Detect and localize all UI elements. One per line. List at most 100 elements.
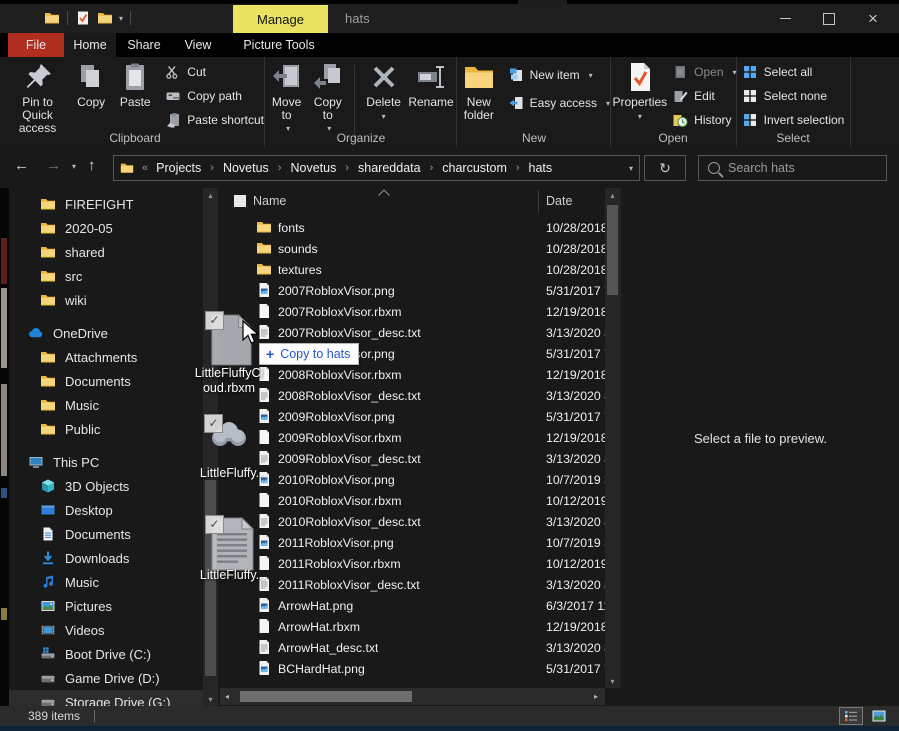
rename-button[interactable]: Rename	[409, 61, 453, 109]
sidebar-item[interactable]: Videos	[9, 618, 203, 642]
file-row[interactable]: 2010RobloxVisor_desc.txt 3/13/2020 8	[220, 511, 605, 532]
file-row[interactable]: ArrowHat.png 6/3/2017 11	[220, 595, 605, 616]
sidebar-item[interactable]: src	[9, 264, 203, 288]
horizontal-scrollbar-thumb[interactable]	[240, 691, 412, 702]
file-row[interactable]: 2008RobloxVisor_desc.txt 3/13/2020 8	[220, 385, 605, 406]
qat-folder2-icon[interactable]	[97, 10, 113, 26]
thumbnail-view-button[interactable]	[867, 707, 891, 725]
file-row[interactable]: 2009RobloxVisor_desc.txt 3/13/2020 8	[220, 448, 605, 469]
file-row[interactable]: textures 10/28/2018	[220, 259, 605, 280]
sidebar-item[interactable]: Music	[9, 393, 203, 417]
history-button[interactable]: History	[672, 112, 736, 128]
file-row[interactable]: BCHardHat.png 5/31/2017 7	[220, 658, 605, 679]
breadcrumb-item[interactable]: Novetus	[223, 161, 269, 175]
cut-button[interactable]: Cut	[165, 64, 264, 80]
file-row[interactable]: 2007RobloxVisor.rbxm 12/19/2018	[220, 301, 605, 322]
qat-folder-icon[interactable]	[44, 10, 60, 26]
file-list-scrollbar-thumb[interactable]	[607, 205, 618, 295]
move-to-button[interactable]: Move to	[269, 61, 304, 135]
sidebar-item[interactable]: OneDrive	[9, 321, 203, 345]
column-header-date[interactable]: Date	[546, 194, 572, 208]
scroll-down-icon[interactable]: ▾	[605, 674, 620, 688]
sidebar-item[interactable]: Documents	[9, 522, 203, 546]
sidebar-item[interactable]: Documents	[9, 369, 203, 393]
details-view-button[interactable]	[839, 707, 863, 725]
recent-locations-icon[interactable]: ▾	[72, 162, 76, 171]
tab-home[interactable]: Home	[64, 33, 116, 57]
file-list-scrollbar[interactable]: ▴ ▾	[605, 188, 620, 688]
tab-view[interactable]: View	[172, 33, 224, 57]
new-item-button[interactable]: New item	[508, 67, 610, 83]
breadcrumb-item[interactable]: charcustom	[442, 161, 507, 175]
scroll-down-icon[interactable]: ▾	[203, 692, 218, 706]
pin-to-quick-access-button[interactable]: Pin to Quick access	[9, 61, 66, 135]
file-row[interactable]: 2011RobloxVisor.png 10/7/2019 3	[220, 532, 605, 553]
file-row[interactable]: 2010RobloxVisor.png 10/7/2019 3	[220, 469, 605, 490]
paste-shortcut-button[interactable]: Paste shortcut	[165, 112, 264, 128]
column-divider[interactable]	[538, 190, 539, 213]
sidebar-item[interactable]: wiki	[9, 288, 203, 312]
file-row[interactable]: 2008RobloxVisor.rbxm 12/19/2018	[220, 364, 605, 385]
column-header-name[interactable]: Name	[253, 194, 286, 208]
tab-picture-tools[interactable]: Picture Tools	[228, 33, 330, 57]
sidebar-item[interactable]: Game Drive (D:)	[9, 666, 203, 690]
open-button[interactable]: Open	[672, 64, 736, 80]
file-row[interactable]: 2011RobloxVisor.rbxm 10/12/2019	[220, 553, 605, 574]
address-bar[interactable]: « Projects›Novetus›Novetus›shareddata›ch…	[113, 155, 640, 181]
invert-selection-button[interactable]: Invert selection	[742, 112, 845, 128]
back-icon[interactable]: ←	[14, 157, 29, 174]
edit-button[interactable]: Edit	[672, 88, 736, 104]
scroll-up-icon[interactable]: ▴	[605, 188, 620, 202]
copy-button[interactable]: Copy	[72, 61, 110, 109]
file-row[interactable]: 2007RobloxVisor_desc.txt 3/13/2020 8	[220, 322, 605, 343]
file-row[interactable]: 2007RobloxVisor.png 5/31/2017 7	[220, 280, 605, 301]
file-row[interactable]: sounds 10/28/2018	[220, 238, 605, 259]
scroll-left-icon[interactable]: ◂	[220, 688, 234, 705]
breadcrumb-item[interactable]: Projects	[156, 161, 201, 175]
breadcrumb-item[interactable]: Novetus	[290, 161, 336, 175]
horizontal-scrollbar[interactable]: ◂ ▸	[220, 688, 605, 705]
select-all-button[interactable]: Select all	[742, 64, 845, 80]
sidebar-item[interactable]: Boot Drive (C:)	[9, 642, 203, 666]
scroll-up-icon[interactable]: ▴	[203, 188, 218, 202]
sidebar-item[interactable]: Public	[9, 417, 203, 441]
qat-properties-icon[interactable]	[75, 10, 91, 26]
address-dropdown-icon[interactable]: ▾	[629, 164, 633, 173]
sidebar-item[interactable]: Attachments	[9, 345, 203, 369]
minimize-button[interactable]	[768, 4, 802, 33]
file-row[interactable]: 2009RobloxVisor.rbxm 12/19/2018	[220, 427, 605, 448]
breadcrumb-item[interactable]: shareddata	[358, 161, 421, 175]
copy-path-button[interactable]: Copy path	[165, 88, 264, 104]
file-row[interactable]: 2011RobloxVisor_desc.txt 3/13/2020 8	[220, 574, 605, 595]
sidebar-item[interactable]: 3D Objects	[9, 474, 203, 498]
close-button[interactable]	[856, 4, 890, 33]
breadcrumb-item[interactable]: hats	[529, 161, 553, 175]
sidebar-item[interactable]: Storage Drive (G:)	[9, 690, 203, 706]
forward-icon[interactable]: →	[46, 157, 61, 174]
sidebar-item[interactable]: Desktop	[9, 498, 203, 522]
select-all-checkbox[interactable]	[234, 195, 246, 207]
up-icon[interactable]: ↑	[88, 157, 96, 174]
tab-file[interactable]: File	[8, 33, 64, 57]
qat-dropdown-icon[interactable]: ▾	[119, 14, 123, 23]
file-row[interactable]: fonts 10/28/2018	[220, 217, 605, 238]
sidebar-item[interactable]: This PC	[9, 450, 203, 474]
file-row[interactable]: 2009RobloxVisor.png 5/31/2017 7	[220, 406, 605, 427]
select-none-button[interactable]: Select none	[742, 88, 845, 104]
maximize-button[interactable]	[812, 4, 846, 33]
breadcrumb-overflow-icon[interactable]: «	[142, 162, 148, 174]
copy-to-button[interactable]: Copy to	[310, 61, 345, 135]
delete-button[interactable]: Delete	[364, 61, 403, 123]
sidebar-item[interactable]: Downloads	[9, 546, 203, 570]
file-row[interactable]: ArrowHat.rbxm 12/19/2018	[220, 616, 605, 637]
manage-contextual-tab[interactable]: Manage	[233, 5, 328, 33]
tab-share[interactable]: Share	[116, 33, 172, 57]
sidebar-item[interactable]: Music	[9, 570, 203, 594]
file-row[interactable]: 2010RobloxVisor.rbxm 10/12/2019	[220, 490, 605, 511]
sidebar-item[interactable]: FIREFIGHT	[9, 192, 203, 216]
sidebar-item[interactable]: shared	[9, 240, 203, 264]
file-row[interactable]: ArrowHat_desc.txt 3/13/2020 8	[220, 637, 605, 658]
sidebar-item[interactable]: 2020-05	[9, 216, 203, 240]
properties-button[interactable]: Properties	[612, 61, 667, 123]
scroll-right-icon[interactable]: ▸	[589, 688, 603, 705]
